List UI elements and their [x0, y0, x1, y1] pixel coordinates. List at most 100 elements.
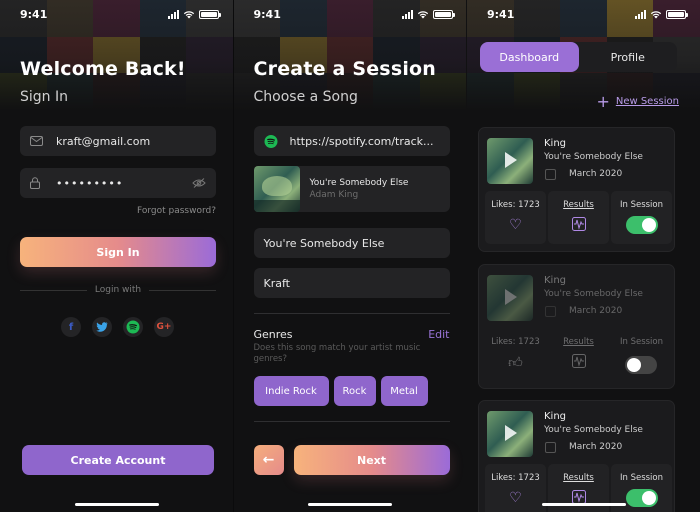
wifi-icon [417, 10, 428, 18]
battery-icon [432, 9, 455, 19]
session-song-artist: You're Somebody Else [544, 425, 643, 435]
play-icon[interactable] [505, 425, 517, 441]
session-card[interactable]: King You're Somebody Else March 2020 Lik… [478, 264, 675, 389]
edit-genres-link[interactable]: Edit [428, 328, 449, 341]
genres-heading: Genres [253, 328, 293, 341]
calendar-icon [545, 169, 556, 180]
spotify-icon[interactable] [123, 317, 143, 337]
create-session-screen: 9:41 Create a Session Choose a Song http… [233, 0, 467, 512]
dashboard-screen: 9:41 Dashboard Profile + New Session Kin… [467, 0, 700, 512]
signal-icon [401, 9, 413, 19]
likes-label: Likes: 1723 [491, 200, 540, 210]
likes-label: Likes: 1723 [491, 337, 540, 347]
waveform-icon [548, 490, 609, 504]
in-session-toggle[interactable] [625, 489, 658, 507]
new-session-label: New Session [615, 96, 679, 107]
in-session-toggle[interactable] [625, 216, 658, 234]
new-session-button[interactable]: + New Session [596, 92, 679, 111]
heart-icon[interactable]: ♡ [485, 217, 546, 233]
in-session-label: In Session [619, 473, 664, 483]
status-time: 9:41 [20, 7, 48, 21]
artist-name-field[interactable]: Kraft [253, 268, 450, 298]
spotify-link-field[interactable]: https://spotify.com/track... [253, 126, 450, 156]
dashboard-tabs: Dashboard Profile [480, 42, 677, 72]
divider [253, 421, 450, 422]
results-link[interactable]: Results [548, 337, 609, 347]
results-stat[interactable]: Results [548, 191, 609, 244]
calendar-icon [545, 442, 556, 453]
genre-chip-indie-rock[interactable]: Indie Rock [253, 376, 329, 406]
likes-stat: Likes: 1723 ♡ [485, 191, 546, 244]
album-art [253, 166, 300, 212]
likes-stat: Likes: 1723 ♡ [485, 464, 546, 512]
song-name-field[interactable]: You're Somebody Else [253, 228, 450, 258]
back-button[interactable]: ← [253, 445, 284, 475]
song-title: You're Somebody Else [309, 178, 409, 188]
waveform-icon [548, 217, 609, 231]
battery-icon [666, 9, 688, 19]
signal-icon [168, 9, 179, 19]
selected-song-card[interactable]: You're Somebody Else Adam King [253, 166, 450, 212]
password-field[interactable]: ••••••••• [20, 168, 216, 198]
plus-icon: + [596, 92, 610, 111]
forgot-password-link[interactable]: Forgot password? [137, 206, 216, 216]
battery-icon [199, 9, 221, 19]
page-subtitle: Choose a Song [253, 89, 358, 105]
tab-dashboard[interactable]: Dashboard [480, 42, 579, 72]
session-song-name: King [544, 411, 567, 422]
password-value: ••••••••• [56, 176, 124, 190]
page-title: Welcome Back! [20, 58, 186, 80]
login-screen: 9:41 Welcome Back! Sign In kraft@gmail.c… [0, 0, 233, 512]
login-with-divider: Login with [20, 285, 216, 295]
lock-icon [30, 177, 44, 189]
session-card[interactable]: King You're Somebody Else March 2020 Lik… [478, 127, 675, 252]
social-login-row: f G+ [61, 317, 174, 337]
in-session-label: In Session [619, 337, 664, 347]
sign-in-button[interactable]: Sign In [20, 237, 216, 267]
session-song-artist: You're Somebody Else [544, 152, 643, 162]
next-button[interactable]: Next [293, 445, 450, 475]
session-song-name: King [544, 138, 567, 149]
play-icon[interactable] [505, 152, 517, 168]
status-time: 9:41 [487, 7, 515, 21]
create-account-button[interactable]: Create Account [22, 445, 214, 475]
status-time: 9:41 [253, 7, 281, 21]
thumbs-up-icon[interactable]: 👍︎ [485, 354, 546, 371]
results-stat[interactable]: Results [548, 328, 609, 381]
facebook-icon[interactable]: f [61, 317, 81, 337]
results-link[interactable]: Results [548, 200, 609, 210]
likes-label: Likes: 1723 [491, 473, 540, 483]
song-artist: Adam King [309, 190, 359, 200]
screens-row: 9:41 Welcome Back! Sign In kraft@gmail.c… [0, 0, 700, 512]
email-value: kraft@gmail.com [56, 134, 151, 148]
wifi-icon [650, 10, 662, 18]
in-session-label: In Session [619, 200, 664, 210]
in-session-toggle[interactable] [625, 356, 657, 374]
waveform-icon [548, 354, 609, 368]
status-bar: 9:41 [0, 6, 233, 22]
hide-password-icon[interactable] [192, 178, 206, 188]
heart-icon[interactable]: ♡ [485, 490, 546, 506]
session-song-artist: You're Somebody Else [544, 289, 643, 299]
session-card[interactable]: King You're Somebody Else March 2020 Lik… [478, 400, 675, 512]
email-field[interactable]: kraft@gmail.com [20, 126, 216, 156]
artist-name-value: Kraft [263, 276, 290, 290]
session-date: March 2020 [569, 306, 623, 316]
wifi-icon [183, 10, 195, 18]
twitter-icon[interactable] [92, 317, 112, 337]
status-bar: 9:41 [467, 6, 700, 22]
results-link[interactable]: Results [548, 473, 609, 483]
session-date: March 2020 [569, 442, 623, 452]
genre-chip-metal[interactable]: Metal [380, 376, 428, 406]
calendar-icon [545, 306, 556, 317]
tab-profile[interactable]: Profile [579, 42, 678, 72]
login-with-label: Login with [94, 285, 142, 295]
google-plus-icon[interactable]: G+ [154, 317, 174, 337]
in-session-stat: In Session [611, 191, 672, 244]
home-indicator [74, 503, 159, 506]
genre-chip-rock[interactable]: Rock [333, 376, 376, 406]
play-icon[interactable] [505, 289, 517, 305]
spotify-link-value: https://spotify.com/track... [289, 134, 434, 148]
page-title: Create a Session [253, 58, 437, 80]
session-song-name: King [544, 275, 567, 286]
